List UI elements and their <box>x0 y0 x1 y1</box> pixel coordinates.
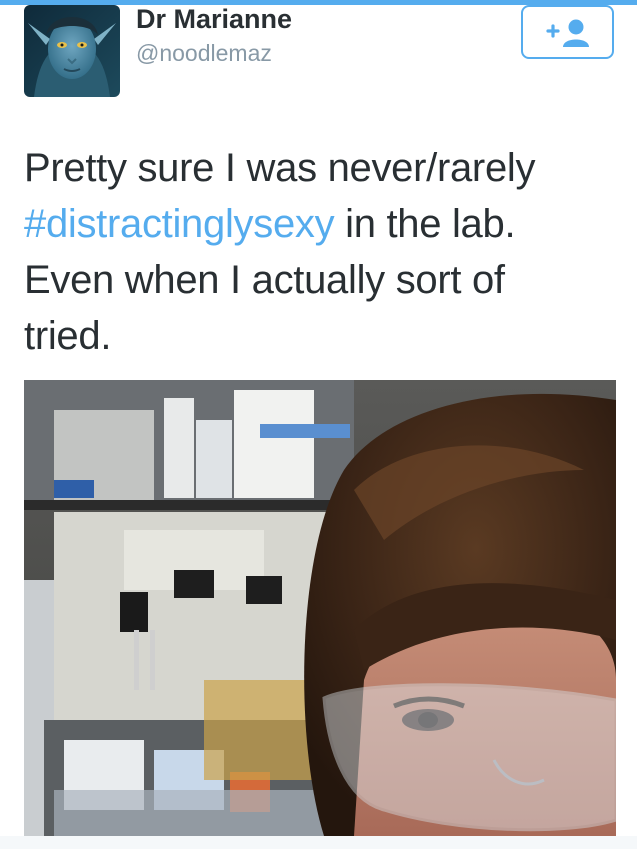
tweet-line-2: #distractinglysexy in the lab. <box>24 196 624 252</box>
profile-avatar[interactable] <box>24 5 120 97</box>
profile-handle[interactable]: @noodlemaz <box>136 40 272 66</box>
avatar-image <box>24 5 120 97</box>
tweet-photo[interactable] <box>24 380 616 836</box>
add-user-icon <box>545 19 589 47</box>
tweet-line-1: Pretty sure I was never/rarely <box>24 146 536 190</box>
tweet-text: Pretty sure I was never/rarely #distract… <box>24 140 624 364</box>
follow-button[interactable] <box>521 5 614 59</box>
bottom-divider <box>0 836 637 849</box>
lab-selfie-image <box>24 380 616 836</box>
tweet-line-4: tried. <box>24 314 112 358</box>
tweet-line-3: Even when I actually sort of <box>24 258 505 302</box>
profile-name[interactable]: Dr Marianne <box>136 5 292 33</box>
tweet-line-2-rest: in the lab. <box>334 202 516 246</box>
hashtag-link[interactable]: #distractinglysexy <box>24 202 335 246</box>
